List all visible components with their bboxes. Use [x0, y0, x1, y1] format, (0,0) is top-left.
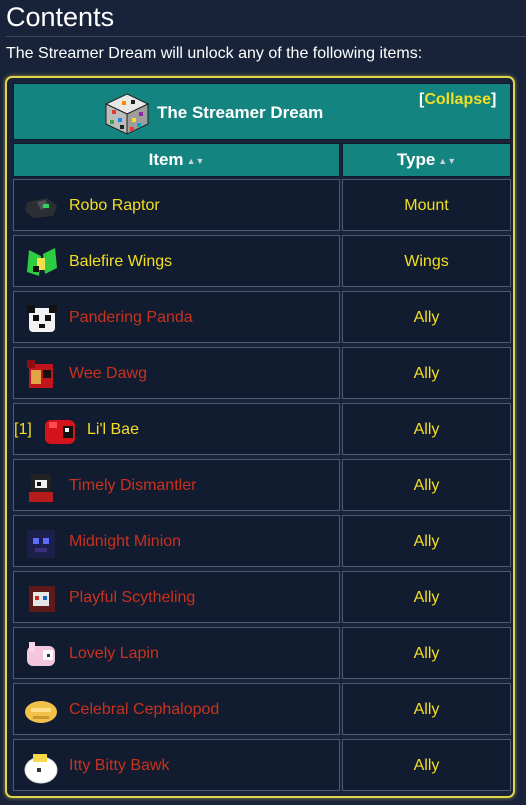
- table-row-type-cell: Ally: [342, 627, 511, 679]
- dawg-icon[interactable]: [23, 358, 59, 392]
- rainbow-cube-icon: [104, 93, 150, 135]
- table-row-type-cell: Ally: [342, 459, 511, 511]
- table-row-type-cell: Ally: [342, 515, 511, 567]
- item-link[interactable]: Wee Dawg: [69, 364, 147, 384]
- heading-divider: [6, 36, 526, 37]
- item-type: Ally: [413, 701, 440, 718]
- item-type: Ally: [413, 757, 440, 774]
- item-link[interactable]: Li'l Bae: [87, 420, 139, 440]
- item-link[interactable]: Pandering Panda: [69, 308, 193, 328]
- column-header-type[interactable]: Type ▲▼: [342, 143, 511, 177]
- item-type: Ally: [413, 589, 440, 606]
- table-row-type-cell: Ally: [342, 739, 511, 791]
- item-link[interactable]: Timely Dismantler: [69, 476, 196, 496]
- table-row-item-cell: Robo Raptor: [13, 179, 340, 231]
- table-row-type-cell: Ally: [342, 403, 511, 455]
- table-row-item-cell: Lovely Lapin: [13, 627, 340, 679]
- table-row-item-cell: Balefire Wings: [13, 235, 340, 287]
- table-row-type-cell: Ally: [342, 347, 511, 399]
- collapse-bracket-close: ]: [491, 91, 497, 108]
- cephalopod-icon[interactable]: [23, 694, 59, 728]
- column-header-item-label: Item: [148, 150, 184, 169]
- bawk-icon[interactable]: [23, 750, 59, 784]
- table-row-item-cell: Timely Dismantler: [13, 459, 340, 511]
- robo-raptor-icon[interactable]: [23, 190, 59, 224]
- item-type: Wings: [404, 253, 449, 270]
- item-type: Mount: [404, 197, 449, 214]
- collapse-toggle[interactable]: [Collapse]: [419, 91, 496, 109]
- table-row-type-cell: Ally: [342, 291, 511, 343]
- item-link[interactable]: Celebral Cephalopod: [69, 700, 219, 720]
- dismantler-icon[interactable]: [23, 470, 59, 504]
- table-row-item-cell: [1] Li'l Bae: [13, 403, 340, 455]
- table-row-item-cell: Midnight Minion: [13, 515, 340, 567]
- table-row-item-cell: Pandering Panda: [13, 291, 340, 343]
- table-row-item-cell: Wee Dawg: [13, 347, 340, 399]
- item-link[interactable]: Midnight Minion: [69, 532, 181, 552]
- table-row-type-cell: Ally: [342, 571, 511, 623]
- item-link[interactable]: Lovely Lapin: [69, 644, 159, 664]
- table-row-type-cell: Ally: [342, 683, 511, 735]
- sort-arrows-icon: ▲▼: [186, 156, 205, 166]
- balefire-wings-icon[interactable]: [23, 246, 59, 280]
- page-title: Contents: [6, 2, 115, 32]
- collapse-link[interactable]: Collapse: [424, 91, 491, 108]
- item-link[interactable]: Robo Raptor: [69, 196, 160, 216]
- table-row-item-cell: Playful Scytheling: [13, 571, 340, 623]
- footnote-marker[interactable]: [1]: [14, 420, 32, 440]
- table-row-item-cell: Celebral Cephalopod: [13, 683, 340, 735]
- item-link[interactable]: Itty Bitty Bawk: [69, 756, 169, 776]
- table-row-item-cell: Itty Bitty Bawk: [13, 739, 340, 791]
- scytheling-icon[interactable]: [23, 582, 59, 616]
- sort-arrows-icon: ▲▼: [438, 156, 457, 166]
- panda-icon[interactable]: [23, 302, 59, 336]
- column-header-type-label: Type: [396, 150, 436, 169]
- lil-bae-icon[interactable]: [41, 414, 77, 448]
- intro-text: The Streamer Dream will unlock any of th…: [6, 45, 423, 62]
- midnight-minion-icon[interactable]: [23, 526, 59, 560]
- item-link[interactable]: Balefire Wings: [69, 252, 172, 272]
- column-header-item[interactable]: Item ▲▼: [13, 143, 340, 177]
- table-row-type-cell: Wings: [342, 235, 511, 287]
- item-type: Ally: [413, 477, 440, 494]
- item-type: Ally: [413, 533, 440, 550]
- box-title: The Streamer Dream: [157, 103, 324, 122]
- item-type: Ally: [413, 645, 440, 662]
- item-type: Ally: [413, 309, 440, 326]
- lapin-icon[interactable]: [23, 638, 59, 672]
- item-type: Ally: [413, 421, 440, 438]
- table-row-type-cell: Mount: [342, 179, 511, 231]
- item-link[interactable]: Playful Scytheling: [69, 588, 195, 608]
- item-type: Ally: [413, 365, 440, 382]
